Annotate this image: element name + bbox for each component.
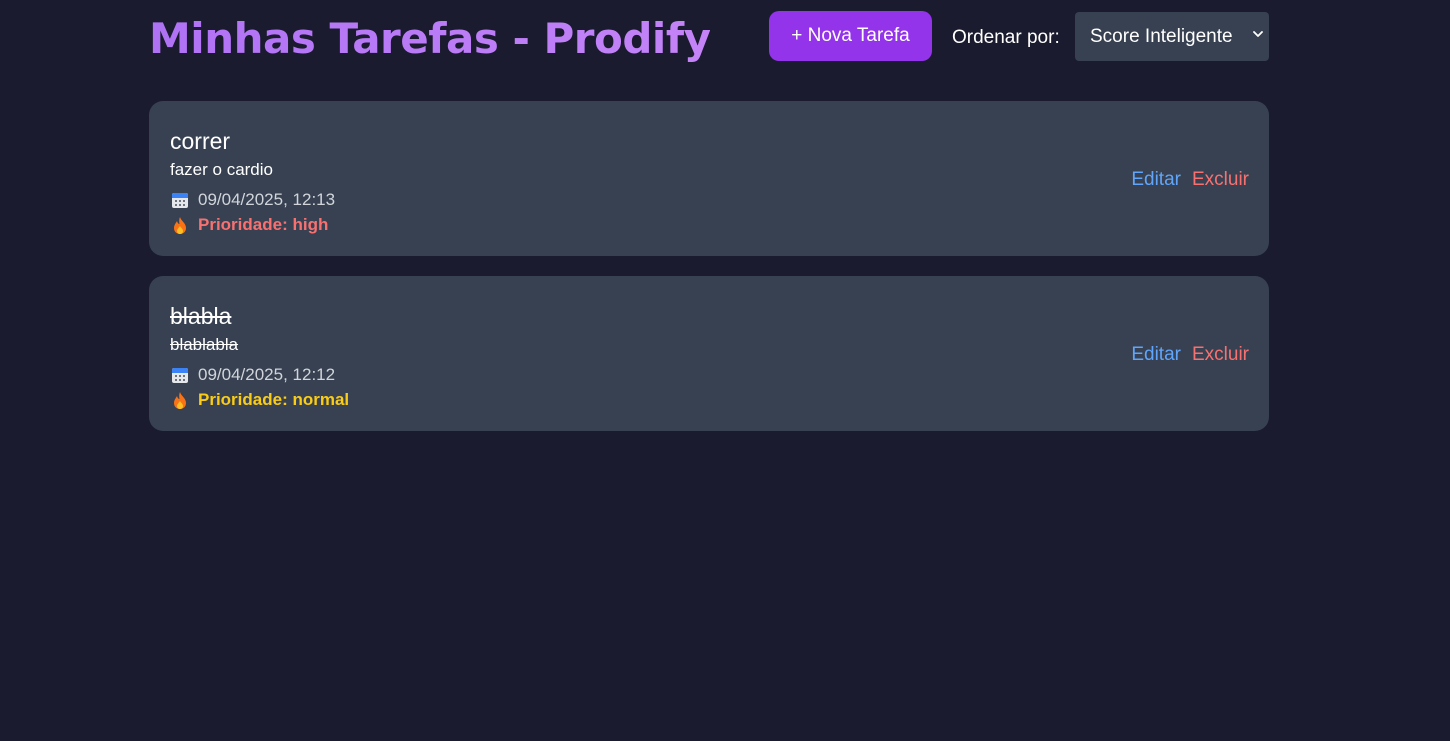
task-datetime: 09/04/2025, 12:12 [198, 365, 336, 384]
page-title: Minhas Tarefas - Prodify [149, 10, 711, 68]
task-card: correr fazer o cardio 09/04/2025, 12:13 [149, 101, 1269, 256]
new-task-button[interactable]: + Nova Tarefa [769, 11, 932, 61]
edit-button[interactable]: Editar [1131, 343, 1181, 367]
sort-select[interactable]: Score Inteligente [1075, 12, 1269, 61]
sort-selected-value: Score Inteligente [1090, 25, 1233, 47]
task-description: blablabla [170, 335, 239, 354]
fire-icon [170, 390, 190, 410]
task-list: correr fazer o cardio 09/04/2025, 12:13 [149, 101, 1269, 451]
header: Minhas Tarefas - Prodify + Nova Tarefa O… [149, 0, 1269, 101]
task-title: blabla [170, 303, 232, 329]
task-actions: Editar Excluir [1131, 343, 1249, 367]
edit-button[interactable]: Editar [1131, 168, 1181, 192]
task-datetime: 09/04/2025, 12:13 [198, 190, 336, 209]
task-priority: Prioridade: normal [170, 389, 349, 411]
task-priority: Prioridade: high [170, 214, 328, 236]
sort-label: Ordenar por: [952, 27, 1060, 48]
priority-label: Prioridade: normal [198, 390, 350, 409]
priority-label: Prioridade: high [198, 215, 329, 234]
app-container: Minhas Tarefas - Prodify + Nova Tarefa O… [149, 0, 1269, 431]
fire-icon [170, 215, 190, 235]
delete-button[interactable]: Excluir [1192, 343, 1249, 367]
task-description: fazer o cardio [170, 160, 273, 179]
calendar-icon [170, 190, 190, 210]
task-card: blabla blablabla 09/04/2025, 12:12 Prior… [149, 276, 1269, 431]
task-date: 09/04/2025, 12:13 [170, 189, 335, 211]
task-date: 09/04/2025, 12:12 [170, 364, 335, 386]
delete-button[interactable]: Excluir [1192, 168, 1249, 192]
task-title: correr [170, 128, 231, 154]
calendar-icon [170, 365, 190, 385]
chevron-down-icon [1253, 31, 1263, 37]
task-actions: Editar Excluir [1131, 168, 1249, 192]
